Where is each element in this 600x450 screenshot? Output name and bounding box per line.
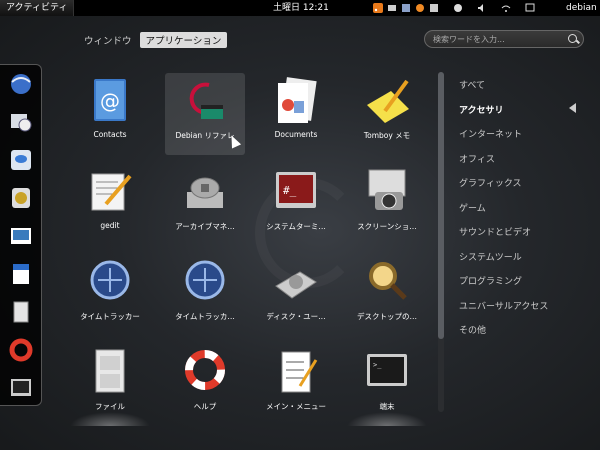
app-label: ヘルプ: [193, 402, 217, 411]
debian-reference-icon: [189, 82, 223, 119]
desktop-search-icon: [369, 262, 407, 300]
tab-windows[interactable]: ウィンドウ: [78, 32, 138, 48]
screenshot-icon: [368, 169, 406, 210]
running-indicator: [70, 412, 150, 426]
category-universal-access[interactable]: ユニバーサルアクセス: [459, 299, 589, 324]
svg-text:>_: >_: [373, 361, 382, 369]
app-time-tracker-2[interactable]: タイムトラッカ…: [165, 254, 245, 336]
tomboy-notes-icon: [367, 79, 409, 123]
category-internet[interactable]: インターネット: [459, 127, 589, 152]
category-sound-video[interactable]: サウンドとビデオ: [459, 225, 589, 250]
category-programming[interactable]: プログラミング: [459, 274, 589, 299]
app-main-menu[interactable]: メイン・メニュー: [256, 344, 336, 426]
app-screenshot[interactable]: スクリーンショ…: [347, 164, 427, 246]
category-system-tools[interactable]: システムツール: [459, 250, 589, 275]
view-switcher: ウィンドウ アプリケーション: [78, 32, 228, 48]
app-grid-scrollbar[interactable]: [438, 72, 444, 412]
running-indicator: [347, 412, 427, 426]
app-help[interactable]: ヘルプ: [165, 344, 245, 426]
document-writer-icon[interactable]: [9, 262, 33, 286]
network-icon[interactable]: [500, 3, 511, 14]
clock[interactable]: 土曜日 12:21: [273, 0, 329, 16]
keyboard-layout-icon[interactable]: [400, 3, 411, 14]
app-label: デスクトップの…: [357, 312, 417, 321]
activities-button[interactable]: アクティビティ: [0, 0, 75, 16]
settings-icon[interactable]: [414, 3, 425, 14]
category-games[interactable]: ゲーム: [459, 201, 589, 226]
mail-clock-icon[interactable]: [9, 110, 33, 134]
category-list: すべて アクセサリ インターネット オフィス グラフィックス ゲーム サウンドと…: [459, 78, 589, 348]
top-bar: アクティビティ 土曜日 12:21 debian: [0, 0, 600, 16]
volume-icon[interactable]: [476, 3, 487, 14]
app-system-terminal[interactable]: #_ システムターミ…: [256, 164, 336, 246]
mail-icon[interactable]: [386, 3, 397, 14]
svg-text:@: @: [100, 89, 120, 113]
app-tomboy[interactable]: Tomboy メモ: [347, 73, 427, 155]
app-contacts[interactable]: @ Contacts: [70, 73, 150, 155]
app-desktop-search[interactable]: デスクトップの…: [347, 254, 427, 336]
category-other[interactable]: その他: [459, 323, 589, 348]
search-box[interactable]: [424, 30, 584, 48]
user-menu[interactable]: debian: [566, 0, 597, 16]
app-label: メイン・メニュー: [266, 402, 326, 411]
tab-applications[interactable]: アプリケーション: [139, 32, 228, 48]
search-icon: [568, 34, 577, 43]
terminal-icon: >_: [367, 354, 407, 386]
app-label: アーカイブマネ…: [175, 222, 235, 231]
category-all[interactable]: すべて: [459, 78, 589, 103]
app-time-tracker[interactable]: タイムトラッカー: [70, 254, 150, 336]
text-editor-icon: [91, 173, 132, 211]
app-disk-usage[interactable]: ディスク・ユー…: [256, 254, 336, 336]
help-icon: [185, 350, 225, 390]
app-archive-manager[interactable]: アーカイブマネ…: [165, 164, 245, 246]
system-tray: [372, 0, 538, 16]
app-label: タイムトラッカー: [80, 312, 140, 321]
app-files[interactable]: ファイル: [70, 344, 150, 426]
app-label: gedit: [100, 221, 120, 230]
lifebuoy-icon[interactable]: [9, 338, 33, 362]
app-label: スクリーンショ…: [357, 222, 417, 231]
app-documents[interactable]: Documents: [256, 73, 336, 155]
dash: [0, 64, 42, 406]
main-menu-icon: [281, 351, 318, 393]
file-cabinet-icon[interactable]: [9, 300, 33, 324]
app-label: ディスク・ユー…: [266, 312, 326, 321]
scrollbar-thumb[interactable]: [438, 72, 444, 339]
search-input[interactable]: [433, 33, 563, 45]
app-terminal[interactable]: >_ 端末: [347, 344, 427, 426]
contacts-icon: @: [94, 79, 126, 121]
time-tracker-icon: [185, 260, 225, 300]
rss-icon[interactable]: [372, 3, 383, 14]
svg-text:#_: #_: [283, 184, 297, 197]
sound-juicer-icon[interactable]: [9, 186, 33, 210]
terminal-icon[interactable]: [9, 376, 33, 400]
documents-icon: [278, 77, 317, 123]
time-tracker-icon: [90, 260, 130, 300]
app-label: システムターミ…: [266, 222, 326, 231]
accessibility-icon[interactable]: [452, 3, 463, 14]
selected-arrow-icon: [569, 102, 576, 113]
user-icon[interactable]: [524, 3, 535, 14]
image-viewer-icon[interactable]: [9, 224, 33, 248]
app-label: Documents: [274, 130, 318, 139]
chat-icon[interactable]: [428, 3, 439, 14]
app-label: ファイル: [95, 402, 125, 411]
archive-manager-icon: [187, 177, 223, 208]
app-label: 端末: [379, 402, 395, 411]
system-terminal-icon: #_: [276, 172, 316, 208]
app-label: Contacts: [93, 130, 127, 139]
category-accessories[interactable]: アクセサリ: [459, 102, 589, 128]
files-icon: [95, 349, 125, 393]
web-browser-icon[interactable]: [9, 72, 33, 96]
disk-usage-icon: [275, 271, 317, 299]
category-graphics[interactable]: グラフィックス: [459, 176, 589, 201]
category-office[interactable]: オフィス: [459, 152, 589, 177]
app-label: タイムトラッカ…: [175, 312, 235, 321]
chat-bubble-icon[interactable]: [9, 148, 33, 172]
category-label: アクセサリ: [459, 105, 504, 116]
app-label: Tomboy メモ: [363, 131, 411, 140]
app-gedit[interactable]: gedit: [70, 164, 150, 246]
